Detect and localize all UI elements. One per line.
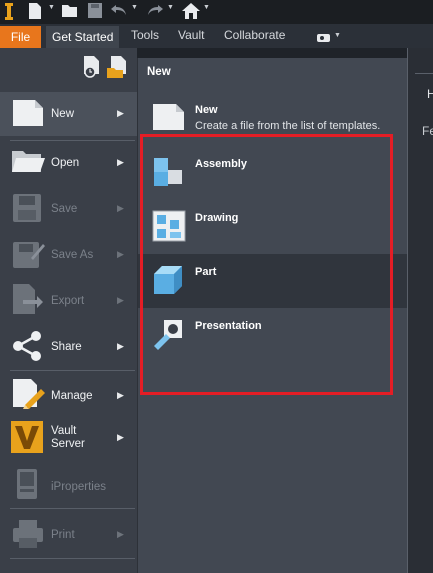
open-folder-icon [11, 148, 45, 179]
undo-icon[interactable] [110, 3, 128, 19]
new-document-icon [11, 98, 45, 133]
menu-item-label: Save As [51, 249, 94, 261]
menu-item-manage[interactable]: Manage ▶ [0, 372, 137, 416]
menu-item-save[interactable]: Save ▶ [0, 186, 137, 230]
chevron-right-icon: ▶ [117, 203, 124, 213]
redo-icon[interactable] [146, 3, 164, 19]
chevron-right-icon: ▶ [117, 529, 124, 539]
menu-item-label: New [51, 108, 75, 120]
redo-dropdown-caret-icon[interactable]: ▼ [167, 4, 174, 11]
share-icon [11, 330, 43, 367]
panel-label-fragment: Fe [422, 124, 433, 138]
vault-logo-icon [11, 421, 43, 458]
home-dropdown-caret-icon[interactable]: ▼ [203, 4, 210, 11]
new-dropdown-caret-icon[interactable]: ▼ [48, 4, 55, 11]
undo-dropdown-caret-icon[interactable]: ▼ [131, 4, 138, 11]
divider [10, 370, 135, 371]
divider [10, 508, 135, 509]
menu-item-export[interactable]: Export ▶ [0, 278, 137, 322]
menu-item-iproperties[interactable]: iProperties [0, 464, 137, 508]
chevron-right-icon: ▶ [117, 295, 124, 305]
submenu-item-description: Create a file from the list of templates… [195, 120, 381, 132]
chevron-right-icon: ▶ [117, 108, 124, 118]
menu-item-label: Share [51, 341, 82, 353]
new-document-icon[interactable] [28, 3, 42, 19]
chevron-right-icon: ▶ [117, 432, 124, 442]
home-icon[interactable] [182, 3, 200, 19]
manage-icon [11, 377, 45, 414]
chevron-right-icon: ▶ [117, 390, 124, 400]
recent-documents-icon[interactable] [82, 56, 102, 83]
menu-item-vault-server[interactable]: Vault Server ▶ [0, 416, 137, 462]
tab-get-started[interactable]: Get Started [46, 26, 120, 48]
menu-item-label: iProperties [51, 481, 106, 493]
tab-vault[interactable]: Vault [172, 24, 210, 46]
menu-item-label: Vault [51, 425, 77, 437]
video-camera-icon[interactable] [317, 30, 331, 48]
app-logo-icon[interactable] [4, 3, 14, 20]
quick-access-toolbar: ▼ ▼ ▼ ▼ [0, 0, 433, 24]
save-icon[interactable] [88, 3, 102, 19]
chevron-right-icon: ▶ [117, 341, 124, 351]
menu-item-new[interactable]: New ▶ [0, 92, 137, 136]
application-menu: New ▶ Open ▶ Save ▶ Save As ▶ Export ▶ S… [0, 48, 137, 573]
save-as-icon [11, 238, 45, 275]
menu-item-label: Print [51, 529, 75, 541]
tab-collaborate[interactable]: Collaborate [218, 24, 291, 46]
submenu-item-title: New [195, 104, 218, 116]
menu-item-label: Save [51, 203, 78, 215]
panel-heading-fragment: H [427, 87, 433, 101]
menu-item-open[interactable]: Open ▶ [0, 140, 137, 184]
iproperties-icon [11, 467, 43, 506]
chevron-right-icon: ▶ [117, 249, 124, 259]
tab-file[interactable]: File [0, 26, 41, 48]
menu-item-save-as[interactable]: Save As ▶ [0, 232, 137, 276]
divider [415, 73, 433, 74]
highlight-box [140, 134, 393, 395]
tab-tools[interactable]: Tools [125, 24, 165, 46]
menu-item-label: Manage [51, 390, 93, 402]
chevron-right-icon: ▶ [117, 157, 124, 167]
export-icon [11, 282, 43, 321]
new-document-icon [152, 102, 186, 137]
save-icon [11, 192, 43, 229]
printer-icon [11, 518, 45, 555]
menu-item-label: Export [51, 295, 85, 307]
menu-item-share[interactable]: Share ▶ [0, 324, 137, 368]
open-documents-icon[interactable] [107, 56, 129, 83]
open-folder-icon[interactable] [62, 3, 79, 19]
divider [10, 558, 135, 559]
submenu-title: New [147, 66, 171, 78]
menu-item-label: Open [51, 157, 80, 169]
video-dropdown-caret-icon[interactable]: ▼ [334, 32, 341, 39]
menu-item-label: Server [51, 438, 85, 450]
menu-item-print[interactable]: Print ▶ [0, 512, 137, 556]
ribbon-tab-bar: File Get Started Tools Vault Collaborate… [0, 24, 433, 48]
